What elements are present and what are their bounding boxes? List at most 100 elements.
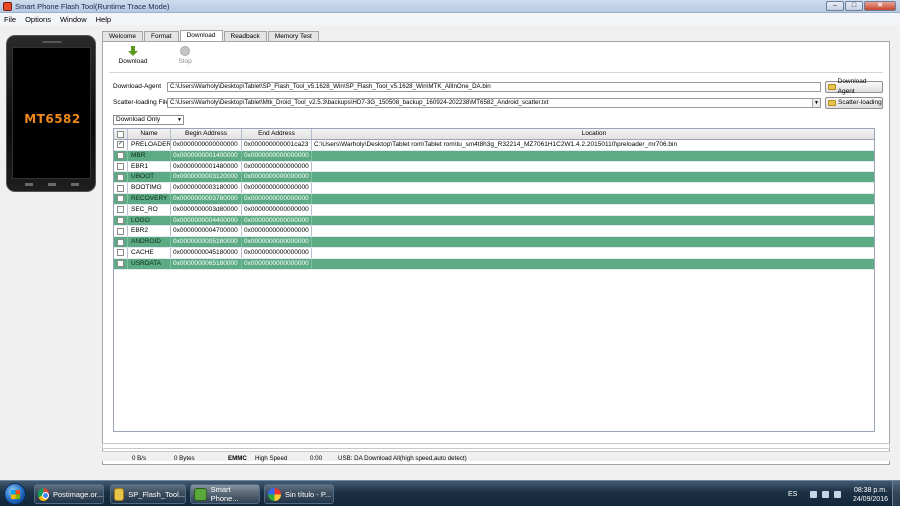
file-location[interactable] (312, 205, 874, 215)
row-checkbox-cell[interactable] (114, 183, 128, 193)
tab-welcome[interactable]: Welcome (102, 31, 143, 41)
scatter-loading-button-label: Scatter-loading (838, 99, 882, 106)
download-agent-button[interactable]: Download Agent (825, 78, 883, 95)
file-location[interactable] (312, 183, 874, 193)
checkbox[interactable] (117, 130, 124, 138)
file-location[interactable] (312, 248, 874, 258)
table-row[interactable]: MBR 0x0000000001400000 0x0000000000000000 (114, 150, 874, 162)
status-bytes: 0 Bytes (174, 455, 195, 462)
checkbox[interactable] (117, 206, 124, 214)
row-checkbox-cell[interactable] (114, 150, 128, 161)
begin-address: 0x0000000005180000 (171, 237, 242, 247)
menu-window[interactable]: Window (60, 15, 87, 24)
show-desktop-button[interactable] (892, 481, 900, 506)
scatter-loading-path-text: C:\Users\Warholy\Desktop\Tablet\Mtk_Droi… (170, 99, 549, 106)
table-row[interactable]: EBR1 0x0000000001480000 0x0000000000000000 (114, 161, 874, 173)
row-checkbox-cell[interactable] (114, 215, 128, 226)
row-checkbox-cell[interactable] (114, 247, 128, 258)
taskbar-item-postimage[interactable]: Postimage.or... (34, 484, 104, 504)
download-button[interactable]: Download (115, 46, 151, 65)
progress-bar (102, 443, 890, 449)
table-row[interactable]: ✓ PRELOADER 0x0000000000000000 0x0000000000… (114, 140, 874, 151)
taskbar-item-paint[interactable]: Sin título - P... (264, 484, 334, 504)
file-location[interactable] (312, 226, 874, 236)
start-button[interactable] (4, 483, 26, 505)
table-row[interactable]: EBR2 0x0000000004700000 0x0000000000000000 (114, 226, 874, 238)
file-location[interactable] (312, 237, 874, 247)
row-checkbox-cell[interactable]: ✓ (114, 140, 128, 150)
checkbox[interactable] (117, 195, 124, 203)
taskbar: Postimage.or... SP_Flash_Tool... Smart P… (0, 480, 900, 506)
table-row[interactable]: ANDROID 0x0000000005180000 0x0000000000000… (114, 237, 874, 248)
menu-help[interactable]: Help (96, 15, 111, 24)
menu-file[interactable]: File (4, 15, 16, 24)
row-checkbox-cell[interactable] (114, 193, 128, 204)
file-location[interactable] (312, 172, 874, 182)
select-all-checkbox-cell[interactable] (114, 129, 128, 139)
table-row[interactable]: CACHE 0x0000000045180000 0x000000000000000… (114, 247, 874, 259)
row-checkbox-cell[interactable] (114, 258, 128, 269)
checkbox[interactable] (117, 152, 124, 160)
file-location[interactable] (312, 162, 874, 172)
table-row[interactable]: RECOVERY 0x0000000003780000 0x000000000000… (114, 193, 874, 205)
column-header-location[interactable]: Location (312, 129, 874, 139)
column-header-end-address[interactable]: End Address (242, 129, 312, 139)
phone-screen: MT6582 (12, 47, 91, 179)
clock[interactable]: 08:38 p.m. 24/09/2016 (853, 486, 888, 504)
checkbox[interactable] (117, 238, 124, 246)
show-hidden-icons-icon[interactable] (810, 491, 817, 498)
scatter-loading-path[interactable]: C:\Users\Warholy\Desktop\Tablet\Mtk_Droi… (167, 98, 821, 108)
taskbar-item-sp-flash-tool-folder[interactable]: SP_Flash_Tool... (110, 484, 186, 504)
tab-format[interactable]: Format (143, 31, 179, 41)
menu-options[interactable]: Options (25, 15, 51, 24)
close-button[interactable]: ✕ (864, 1, 896, 11)
volume-icon[interactable] (834, 491, 841, 498)
phone-speaker (42, 41, 62, 43)
file-location[interactable] (312, 259, 874, 269)
download-agent-button-label: Download Agent (837, 78, 867, 95)
tab-readback[interactable]: Readback (223, 31, 267, 41)
taskbar-item-smart-phone-flash-tool[interactable]: Smart Phone... (190, 484, 260, 504)
end-address: 0x0000000000000000 (242, 247, 312, 258)
row-checkbox-cell[interactable] (114, 161, 128, 172)
checkbox[interactable] (117, 227, 124, 235)
row-checkbox-cell[interactable] (114, 172, 128, 183)
end-address: 0x0000000000000000 (242, 215, 312, 226)
minimize-button[interactable]: – (826, 1, 844, 11)
file-location[interactable] (312, 194, 874, 204)
file-location[interactable]: C:\Users\Warholy\Desktop\Tablet rom\Tabl… (312, 140, 874, 150)
tab-memory-test[interactable]: Memory Test (267, 31, 319, 41)
table-row[interactable]: SEC_RO 0x0000000003d80000 0x00000000000000… (114, 204, 874, 216)
scatter-loading-button[interactable]: Scatter-loading (825, 97, 883, 109)
network-icon[interactable] (822, 491, 829, 498)
row-checkbox-cell[interactable] (114, 204, 128, 215)
checkbox[interactable] (117, 173, 124, 181)
file-location[interactable] (312, 151, 874, 161)
checkbox[interactable]: ✓ (117, 141, 124, 149)
dropdown-arrow-icon[interactable]: ▼ (812, 99, 820, 107)
checkbox[interactable] (117, 249, 124, 257)
file-location[interactable] (312, 216, 874, 226)
download-panel: Download Stop Download-Agent C:\Users\Wa… (102, 41, 890, 465)
checkbox[interactable] (117, 184, 124, 192)
partition-name: ANDROID (128, 237, 171, 247)
row-checkbox-cell[interactable] (114, 237, 128, 247)
taskbar-item-label: Sin título - P... (285, 489, 332, 499)
maximize-button[interactable]: □ (845, 1, 863, 11)
table-row[interactable]: UBOOT 0x0000000003120000 0x000000000000000… (114, 172, 874, 184)
app-icon (3, 2, 12, 11)
download-agent-path[interactable]: C:\Users\Warholy\Desktop\Tablet\SP_Flash… (167, 82, 821, 92)
table-row[interactable]: LOGO 0x0000000004400000 0x0000000000000000 (114, 215, 874, 227)
tab-download[interactable]: Download (179, 30, 223, 41)
row-checkbox-cell[interactable] (114, 226, 128, 237)
language-indicator[interactable]: ES (788, 491, 797, 498)
stop-button[interactable]: Stop (167, 46, 203, 65)
column-header-name[interactable]: Name (128, 129, 171, 139)
checkbox[interactable] (117, 260, 124, 268)
checkbox[interactable] (117, 216, 124, 224)
download-mode-select[interactable]: Download Only ▼ (113, 115, 184, 125)
column-header-begin-address[interactable]: Begin Address (171, 129, 242, 139)
table-row[interactable]: USRDATA 0x0000000065180000 0x0000000000000… (114, 258, 874, 270)
checkbox[interactable] (117, 162, 124, 170)
table-row[interactable]: BOOTIMG 0x0000000003180000 0x0000000000000… (114, 183, 874, 194)
